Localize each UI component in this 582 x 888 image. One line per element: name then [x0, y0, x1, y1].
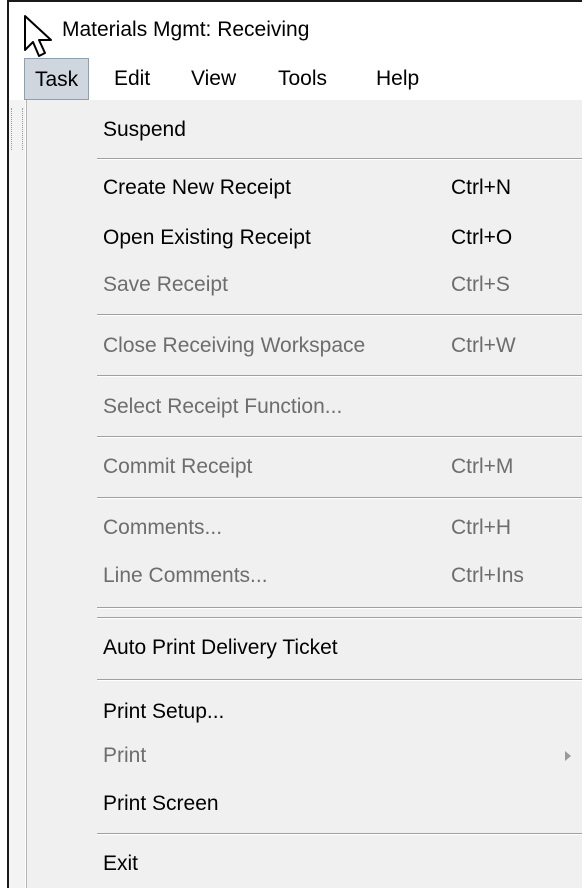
- menu-item-auto-print-delivery-ticket[interactable]: Auto Print Delivery Ticket: [79, 628, 582, 668]
- menu-view[interactable]: View: [181, 58, 246, 100]
- menu-item-label: Close Receiving Workspace: [103, 334, 366, 357]
- menu-separator: [97, 158, 582, 160]
- menu-item-close-receiving-workspace[interactable]: Close Receiving Workspace Ctrl+W: [79, 326, 582, 366]
- menu-item-label: Suspend: [103, 118, 186, 141]
- menu-item-shortcut: Ctrl+O: [451, 226, 513, 249]
- menu-item-open-existing-receipt[interactable]: Open Existing Receipt Ctrl+O: [79, 218, 582, 258]
- menubar: Task Edit View Tools Help: [9, 58, 582, 100]
- menu-item-suspend[interactable]: Suspend: [79, 110, 582, 150]
- menu-item-select-receipt-function[interactable]: Select Receipt Function...: [79, 387, 582, 427]
- menu-edit[interactable]: Edit: [104, 58, 160, 100]
- menu-separator: [97, 314, 582, 316]
- submenu-arrow-icon: [565, 751, 571, 761]
- grip-handle[interactable]: [11, 108, 23, 150]
- menu-item-print[interactable]: Print: [79, 736, 582, 776]
- menu-separator: [97, 497, 582, 499]
- screen: Materials Mgmt: Receiving Task Edit View…: [0, 0, 582, 888]
- menu-item-label: Save Receipt: [103, 273, 228, 296]
- menu-task[interactable]: Task: [24, 58, 90, 100]
- menu-separator: [97, 833, 582, 835]
- menu-item-label: Print Setup...: [103, 700, 225, 723]
- menu-item-label: Line Comments...: [103, 564, 268, 587]
- menu-item-comments[interactable]: Comments... Ctrl+H: [79, 508, 582, 548]
- menu-separator: [97, 617, 582, 619]
- menu-item-exit[interactable]: Exit: [79, 844, 582, 884]
- menu-item-shortcut: Ctrl+S: [451, 273, 510, 296]
- menu-item-label: Commit Receipt: [103, 455, 253, 478]
- menu-help[interactable]: Help: [366, 58, 429, 100]
- window-frame-left: [0, 0, 9, 888]
- menu-item-print-screen[interactable]: Print Screen: [79, 784, 582, 824]
- menu-item-label: Auto Print Delivery Ticket: [103, 636, 338, 659]
- menu-item-save-receipt[interactable]: Save Receipt Ctrl+S: [79, 265, 582, 305]
- menu-item-shortcut: Ctrl+W: [451, 334, 516, 357]
- menu-item-label: Comments...: [103, 516, 223, 539]
- arrow-cursor-icon: [24, 15, 52, 57]
- menu-item-label: Open Existing Receipt: [103, 226, 311, 249]
- menu-item-shortcut: Ctrl+Ins: [451, 564, 524, 587]
- menu-item-label: Select Receipt Function...: [103, 395, 343, 418]
- menu-tools[interactable]: Tools: [268, 58, 337, 100]
- menu-separator: [97, 375, 582, 377]
- menu-icon-gutter: [27, 100, 79, 888]
- menu-item-commit-receipt[interactable]: Commit Receipt Ctrl+M: [79, 447, 582, 487]
- menu-item-label: Exit: [103, 852, 139, 875]
- menu-item-label: Create New Receipt: [103, 176, 291, 199]
- toolbar-strip: [9, 100, 25, 888]
- window-title: Materials Mgmt: Receiving: [62, 18, 310, 41]
- menu-item-line-comments[interactable]: Line Comments... Ctrl+Ins: [79, 556, 582, 596]
- task-menu-dropdown: Suspend Create New Receipt Ctrl+N Open E…: [26, 100, 582, 888]
- menu-item-print-setup[interactable]: Print Setup...: [79, 692, 582, 732]
- menu-item-shortcut: Ctrl+N: [451, 176, 512, 199]
- menu-item-shortcut: Ctrl+H: [451, 516, 512, 539]
- menu-item-label: Print Screen: [103, 792, 219, 815]
- menu-separator: [97, 607, 582, 609]
- menu-item-label: Print: [103, 744, 147, 767]
- menu-item-shortcut: Ctrl+M: [451, 455, 514, 478]
- menu-separator: [97, 436, 582, 438]
- menu-separator: [97, 679, 582, 681]
- menu-item-create-new-receipt[interactable]: Create New Receipt Ctrl+N: [79, 168, 582, 208]
